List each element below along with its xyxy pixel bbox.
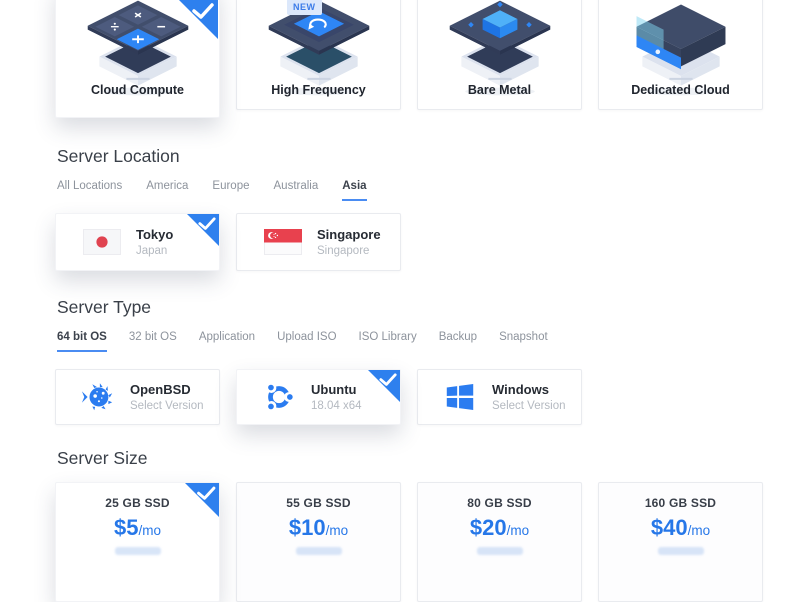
location-city: Singapore — [317, 227, 381, 242]
price-detail-cutoff — [296, 547, 342, 555]
price-period: /mo — [507, 523, 530, 538]
size-price: $40/mo — [599, 515, 762, 541]
server-location-title: Server Location — [57, 146, 800, 167]
plan-card-label: Dedicated Cloud — [599, 83, 762, 97]
server-type-title: Server Type — [57, 297, 800, 318]
new-badge: NEW — [287, 0, 322, 15]
plan-card-label: Cloud Compute — [56, 83, 219, 97]
os-card-ubuntu[interactable]: Ubuntu 18.04 x64 — [236, 369, 401, 425]
plan-card-label: Bare Metal — [418, 83, 581, 97]
price-amount: $5 — [114, 515, 138, 540]
location-card-tokyo[interactable]: Tokyo Japan — [55, 213, 220, 271]
tab-iso-library[interactable]: ISO Library — [359, 331, 417, 352]
os-cards-row: OpenBSD Select Version Ubuntu 18.04 x64 — [55, 369, 800, 425]
size-storage: 80 GB SSD — [418, 496, 581, 510]
location-tabs: All Locations America Europe Australia A… — [57, 180, 800, 201]
size-price: $20/mo — [418, 515, 581, 541]
tab-application[interactable]: Application — [199, 331, 255, 352]
tab-64-bit-os[interactable]: 64 bit OS — [57, 331, 107, 352]
size-storage: 160 GB SSD — [599, 496, 762, 510]
os-name: Ubuntu — [311, 382, 362, 397]
location-card-singapore[interactable]: Singapore Singapore — [236, 213, 401, 271]
singapore-flag-icon — [264, 229, 302, 255]
size-storage: 55 GB SSD — [237, 496, 400, 510]
location-city: Tokyo — [136, 227, 173, 242]
selected-checkmark-icon — [368, 370, 400, 402]
tab-backup[interactable]: Backup — [439, 331, 477, 352]
price-detail-cutoff — [115, 547, 161, 555]
size-price: $10/mo — [237, 515, 400, 541]
server-size-title: Server Size — [57, 448, 800, 469]
plan-card-label: High Frequency — [237, 83, 400, 97]
price-amount: $20 — [470, 515, 507, 540]
location-country: Singapore — [317, 245, 381, 257]
tab-asia[interactable]: Asia — [342, 180, 366, 201]
openbsd-icon — [81, 380, 115, 414]
size-cards-row: 25 GB SSD $5/mo 55 GB SSD $10/mo 80 GB S… — [55, 482, 800, 602]
os-name: Windows — [492, 382, 566, 397]
location-country: Japan — [136, 245, 173, 257]
size-price: $5/mo — [56, 515, 219, 541]
plan-card-bare-metal[interactable]: Bare Metal — [417, 0, 582, 110]
tab-32-bit-os[interactable]: 32 bit OS — [129, 331, 177, 352]
os-detail: Select Version — [130, 400, 204, 412]
plan-cards-row: Cloud Compute NEW — [55, 0, 800, 118]
os-card-openbsd[interactable]: OpenBSD Select Version — [55, 369, 220, 425]
selected-checkmark-icon — [187, 214, 219, 246]
size-card-25gb[interactable]: 25 GB SSD $5/mo — [55, 482, 220, 602]
os-detail: Select Version — [492, 400, 566, 412]
tab-upload-iso[interactable]: Upload ISO — [277, 331, 336, 352]
price-amount: $10 — [289, 515, 326, 540]
plan-card-cloud-compute[interactable]: Cloud Compute — [55, 0, 220, 118]
size-card-80gb[interactable]: 80 GB SSD $20/mo — [417, 482, 582, 602]
price-detail-cutoff — [658, 547, 704, 555]
windows-icon — [443, 380, 477, 414]
tab-europe[interactable]: Europe — [212, 180, 249, 201]
ubuntu-icon — [262, 380, 296, 414]
size-card-55gb[interactable]: 55 GB SSD $10/mo — [236, 482, 401, 602]
tab-snapshot[interactable]: Snapshot — [499, 331, 548, 352]
price-period: /mo — [326, 523, 349, 538]
tab-america[interactable]: America — [146, 180, 188, 201]
server-type-tabs: 64 bit OS 32 bit OS Application Upload I… — [57, 331, 800, 352]
plan-card-dedicated-cloud[interactable]: Dedicated Cloud — [598, 0, 763, 110]
os-card-windows[interactable]: Windows Select Version — [417, 369, 582, 425]
price-period: /mo — [688, 523, 711, 538]
price-detail-cutoff — [477, 547, 523, 555]
plan-card-high-frequency[interactable]: NEW High Frequency — [236, 0, 401, 110]
japan-flag-icon — [83, 229, 121, 255]
tab-australia[interactable]: Australia — [274, 180, 319, 201]
os-name: OpenBSD — [130, 382, 204, 397]
price-amount: $40 — [651, 515, 688, 540]
selected-checkmark-icon — [185, 483, 219, 517]
tab-all-locations[interactable]: All Locations — [57, 180, 122, 201]
os-detail: 18.04 x64 — [311, 400, 362, 412]
location-cards-row: Tokyo Japan Singapore — [55, 213, 800, 271]
selected-checkmark-icon — [178, 0, 218, 39]
size-card-160gb[interactable]: 160 GB SSD $40/mo — [598, 482, 763, 602]
price-period: /mo — [138, 523, 161, 538]
